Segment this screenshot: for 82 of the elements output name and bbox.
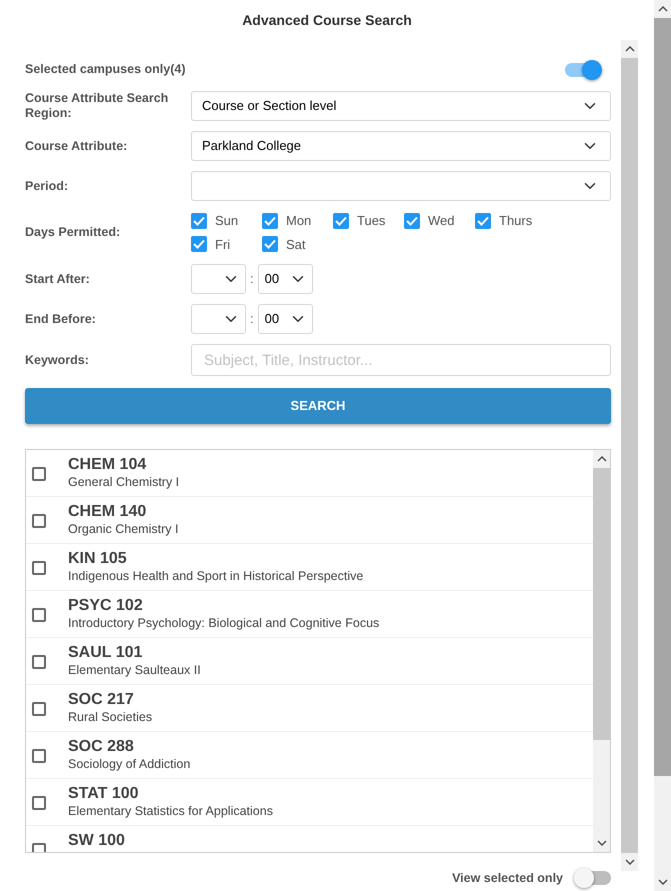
checkbox[interactable] [32, 655, 46, 669]
checkbox-label: Sun [215, 212, 238, 230]
course-title: Indigenous Health and Sport in Historical Perspective [68, 568, 364, 584]
course-row[interactable]: STAT 100 Elementary Statistics for Applications [26, 779, 593, 826]
checkbox[interactable] [32, 561, 46, 575]
time-separator: : [250, 310, 254, 328]
scroll-up-button[interactable] [593, 450, 610, 468]
chevron-up-icon [596, 456, 606, 462]
scroll-up-button[interactable] [654, 0, 671, 18]
course-row[interactable]: CHEM 140 Organic Chemistry I [26, 497, 593, 544]
course-row[interactable]: PSYC 102 Introductory Psychology: Biological and Cognitive Focus [26, 591, 593, 638]
scroll-down-button[interactable] [593, 834, 610, 852]
checkbox[interactable] [32, 467, 46, 481]
checkbox[interactable] [404, 212, 420, 229]
course-title: Rural Societies [68, 709, 152, 725]
field-label: Keywords: [25, 352, 90, 368]
course-title: General Chemistry I [68, 474, 180, 490]
toggle-switch[interactable] [577, 871, 611, 886]
field-label: Period: [25, 178, 70, 194]
checkbox-label: Mon [286, 212, 312, 230]
chevron-down-icon [596, 840, 606, 846]
course-title: Organic Chemistry I [68, 521, 178, 537]
checkbox[interactable] [262, 236, 278, 252]
chevron-up-icon [658, 6, 668, 12]
course-title: Elementary Statistics for Applications [68, 803, 273, 819]
course-row[interactable]: KIN 105 Indigenous Health and Sport in Historical Perspective [26, 544, 593, 591]
search-button[interactable]: SEARCH [25, 388, 611, 424]
checkbox[interactable] [333, 212, 349, 229]
dropdown[interactable]: Parkland College [191, 131, 611, 161]
time-separator: : [250, 270, 254, 288]
scroll-down-button[interactable] [621, 853, 638, 871]
course-code: KIN 105 [68, 550, 128, 568]
checkbox[interactable] [191, 212, 207, 229]
checkbox-label: Wed [428, 212, 454, 230]
chevron-up-icon [624, 46, 634, 52]
keywords-field[interactable]: Subject, Title, Instructor... [191, 344, 611, 376]
course-row[interactable]: CHEM 104 General Chemistry I [26, 450, 593, 497]
course-code: CHEM 104 [68, 456, 148, 474]
checkbox[interactable] [32, 514, 46, 528]
checkbox-label: Thurs [499, 212, 532, 230]
field-label: Course Attribute: [25, 138, 128, 154]
checkbox[interactable] [191, 236, 207, 252]
chevron-down-icon [624, 859, 634, 865]
scrollbar-thumb[interactable] [654, 18, 671, 776]
minute-dropdown[interactable]: 00 [258, 264, 313, 294]
course-title: Elementary Saulteaux II [68, 662, 201, 678]
scroll-down-button[interactable] [654, 873, 671, 891]
course-row[interactable]: SAUL 101 Elementary Saulteaux II [26, 638, 593, 685]
chevron-down-icon [658, 879, 668, 885]
dropdown[interactable]: Course or Section level [191, 91, 611, 121]
course-title: Introductory Psychology: Biological and Cognitive Focus [68, 615, 380, 631]
field-label: Days Permitted: [25, 225, 122, 240]
course-row[interactable]: SOC 288 Sociology of Addiction [26, 732, 593, 779]
scrollbar-thumb[interactable] [593, 468, 610, 740]
checkbox[interactable] [32, 608, 46, 622]
course-code: SAUL 101 [68, 644, 144, 662]
checkbox[interactable] [32, 702, 46, 716]
field-label: Start After: [25, 272, 91, 286]
checkbox[interactable] [32, 796, 46, 810]
checkbox-label: Sat [286, 236, 306, 254]
minute-dropdown[interactable]: 00 [258, 304, 313, 334]
course-code: STAT 100 [68, 785, 140, 803]
course-code: CHEM 140 [68, 503, 148, 521]
toggle-switch[interactable] [565, 62, 599, 76]
course-code: PSYC 102 [68, 597, 144, 615]
window-title: Advanced Course Search [241, 11, 413, 30]
toggle-label: Selected campuses only(4) [25, 62, 186, 77]
field-label: Course Attribute Search Region: [25, 91, 170, 121]
course-title: Sociology of Addiction [68, 756, 190, 772]
course-code: SW 100 [68, 832, 125, 850]
scroll-up-button[interactable] [621, 40, 638, 58]
checkbox[interactable] [32, 749, 46, 763]
field-label: End Before: [25, 312, 97, 326]
checkbox[interactable] [262, 212, 278, 229]
course-code: SOC 217 [68, 691, 135, 709]
scrollbar-thumb[interactable] [621, 58, 638, 853]
toggle-label: View selected only [452, 870, 563, 887]
course-row[interactable]: SOC 217 Rural Societies [26, 685, 593, 732]
course-code: SOC 288 [68, 738, 135, 756]
checkbox-label: Tues [357, 212, 386, 230]
checkbox-label: Fri [215, 236, 230, 254]
checkbox[interactable] [475, 212, 491, 229]
